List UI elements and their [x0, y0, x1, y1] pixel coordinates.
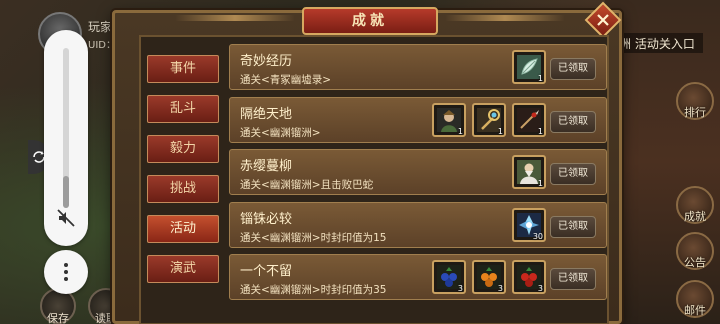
reward-item[interactable]: 30 — [512, 207, 546, 242]
achievement-row: 一个不留 通关<幽渊镏洲>时封印值为35 3 3 3 已领取 — [229, 254, 607, 300]
more-options-button[interactable] — [44, 250, 88, 294]
volume-level — [63, 176, 69, 208]
achievement-label: 成就 — [684, 210, 706, 223]
title-ornament-right — [445, 15, 565, 21]
reward-qty: 1 — [537, 179, 543, 188]
reward-qty: 3 — [497, 284, 503, 293]
tab-perseverance[interactable]: 毅力 — [147, 135, 219, 163]
achievement-desc: 通关<青冢幽墟录> — [240, 74, 332, 86]
reward-qty: 1 — [457, 126, 463, 136]
achievement-name: 赤缨蔓柳 — [240, 159, 293, 174]
tab-brawl[interactable]: 乱斗 — [147, 95, 219, 123]
claimed-button[interactable]: 已领取 — [550, 58, 596, 80]
tab-drill[interactable]: 演武 — [147, 255, 219, 283]
category-tabs: 事件 乱斗 毅力 挑战 活动 演武 — [147, 55, 219, 295]
reward-item[interactable]: 3 — [472, 260, 506, 294]
achievement-row: 奇妙经历 通关<青冢幽墟录> 1 已领取 — [229, 44, 607, 90]
close-icon — [597, 14, 609, 26]
reward-list: 1 — [512, 155, 546, 191]
reward-qty: 1 — [537, 126, 543, 136]
achievement-name: 锱铢必较 — [240, 211, 293, 227]
reward-qty: 1 — [537, 74, 543, 83]
reward-item[interactable]: 3 — [512, 260, 546, 294]
tab-event[interactable]: 事件 — [147, 55, 219, 83]
achievement-desc: 通关<幽渊镏洲> — [240, 126, 321, 139]
ranking-label: 排行 — [684, 106, 706, 119]
reward-item[interactable]: 1 — [432, 102, 466, 137]
mute-icon[interactable] — [56, 208, 76, 228]
tab-activity[interactable]: 活动 — [147, 215, 219, 243]
reward-qty: 30 — [532, 231, 543, 241]
achievement-row: 隔绝天地 通关<幽渊镏洲> 1 1 1 已领取 — [229, 96, 607, 143]
reward-qty: 3 — [457, 284, 463, 293]
achievement-name: 奇妙经历 — [240, 54, 293, 69]
achievement-button[interactable]: 成就 — [676, 186, 714, 224]
dialog-title: 成就 — [352, 13, 388, 29]
claimed-button[interactable]: 已领取 — [550, 163, 596, 185]
reward-list: 30 — [512, 207, 546, 244]
reward-qty: 3 — [537, 284, 543, 293]
event-entry-link[interactable]: 洲 活动关入口 — [615, 33, 703, 53]
reward-qty: 1 — [497, 126, 503, 136]
achievement-desc: 通关<幽渊镏洲>且击败巴蛇 — [240, 179, 374, 191]
reward-item[interactable]: 1 — [472, 102, 506, 137]
claimed-button[interactable]: 已领取 — [550, 110, 596, 133]
notice-label: 公告 — [684, 256, 706, 269]
title-ornament-left — [175, 15, 295, 21]
achievement-row: 赤缨蔓柳 通关<幽渊镏洲>且击败巴蛇 1 已领取 — [229, 149, 607, 195]
notice-button[interactable]: 公告 — [676, 232, 714, 270]
tab-challenge[interactable]: 挑战 — [147, 175, 219, 203]
reward-list: 1 1 1 — [432, 102, 546, 139]
claimed-button[interactable]: 已领取 — [550, 268, 596, 290]
reward-item[interactable]: 3 — [432, 260, 466, 294]
volume-panel — [44, 30, 88, 246]
achievement-name: 一个不留 — [240, 264, 293, 279]
reward-list: 1 — [512, 50, 546, 86]
achievement-desc: 通关<幽渊镏洲>时封印值为15 — [240, 231, 387, 244]
reward-item[interactable]: 1 — [512, 50, 546, 84]
reward-item[interactable]: 1 — [512, 102, 546, 137]
mail-label: 邮件 — [684, 304, 706, 317]
reward-item[interactable]: 1 — [512, 155, 546, 189]
more-vertical-icon — [64, 263, 68, 281]
save-label: 保存 — [47, 312, 69, 324]
mail-button[interactable]: 邮件 — [676, 280, 714, 318]
claimed-button[interactable]: 已领取 — [550, 215, 596, 238]
achievement-name: 隔绝天地 — [240, 106, 293, 122]
dialog-title-plate: 成就 — [302, 7, 438, 35]
achievement-row: 锱铢必较 通关<幽渊镏洲>时封印值为15 30 已领取 — [229, 201, 607, 248]
achievement-dialog: 成就 事件 乱斗 毅力 挑战 活动 演武 奇妙经历 通关<青冢幽墟录> 1 已领… — [112, 1, 622, 324]
reward-list: 3 3 3 — [432, 260, 546, 296]
ranking-button[interactable]: 排行 — [676, 82, 714, 120]
achievement-desc: 通关<幽渊镏洲>时封印值为35 — [240, 284, 387, 296]
achievement-list: 奇妙经历 通关<青冢幽墟录> 1 已领取 隔绝天地 通关<幽渊镏洲> 1 1 1… — [229, 44, 607, 307]
